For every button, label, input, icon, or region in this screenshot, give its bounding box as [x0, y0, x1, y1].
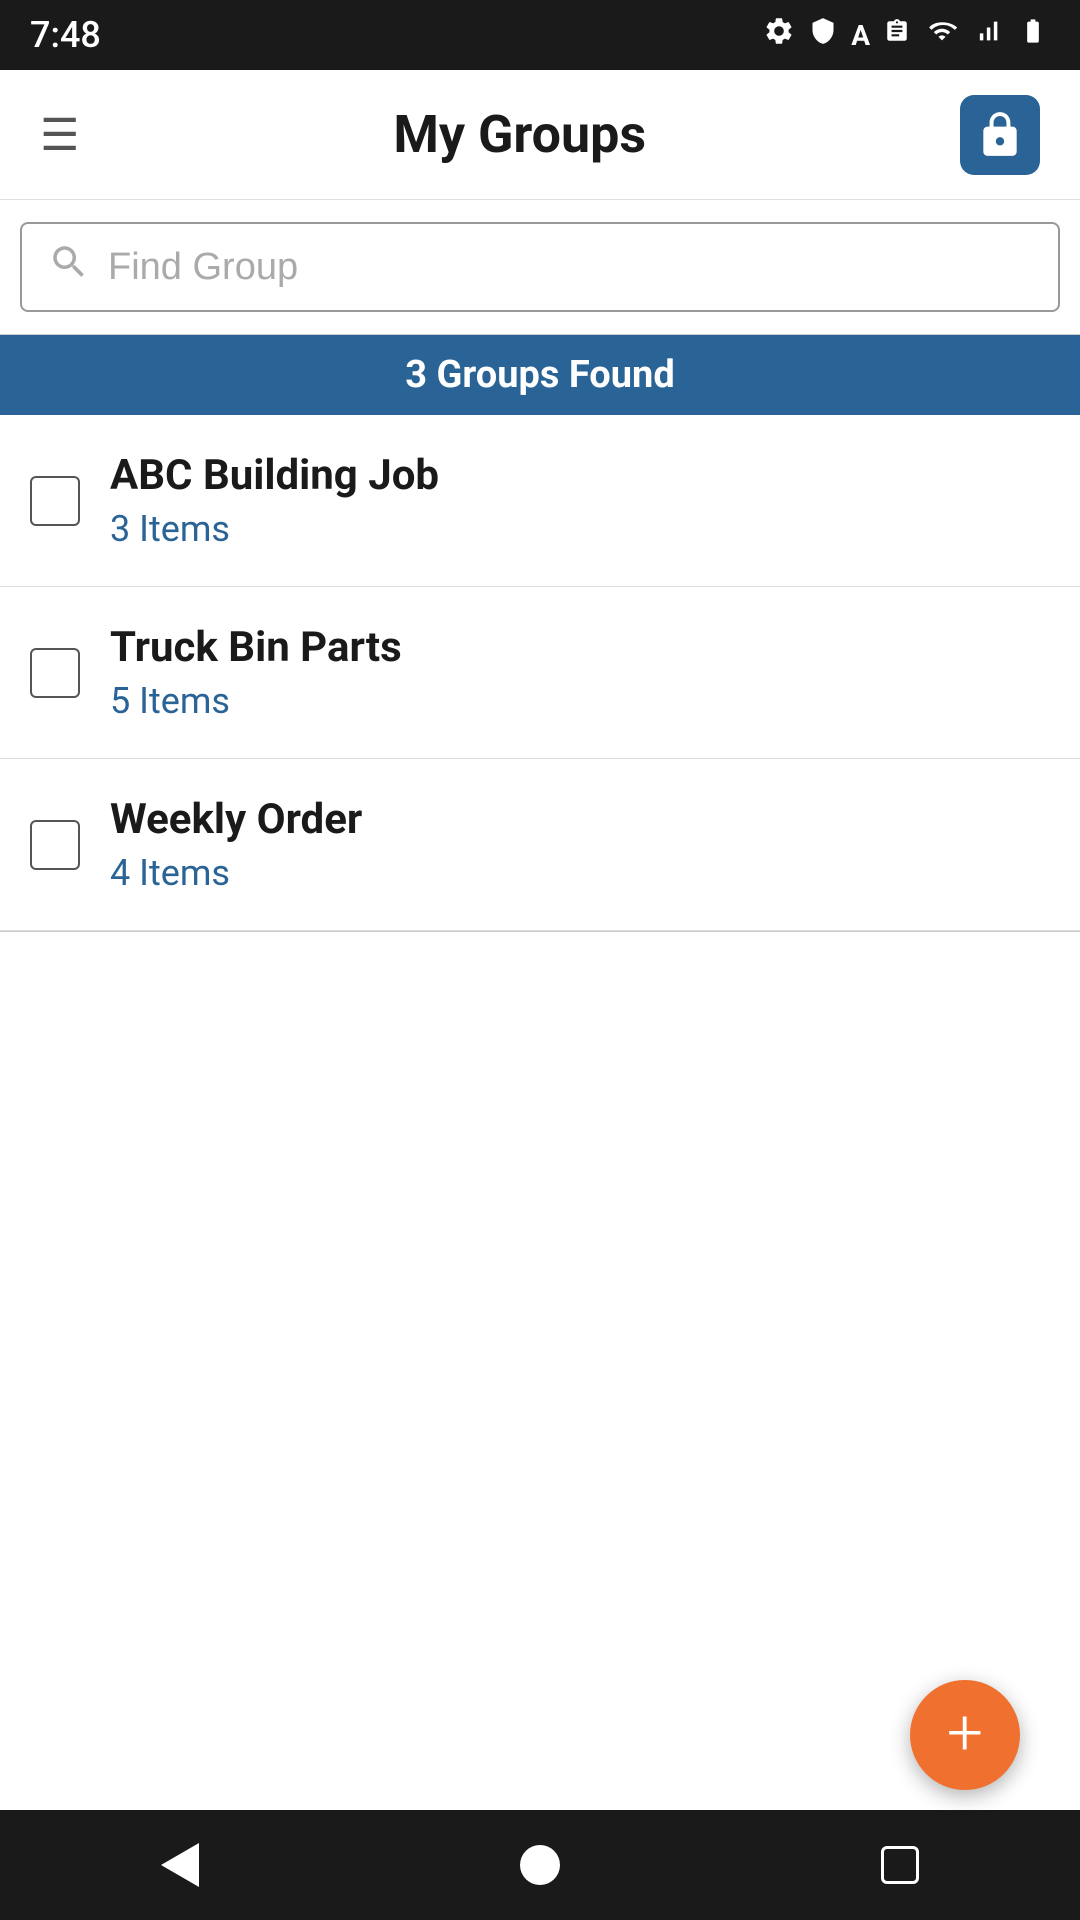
battery-icon	[1016, 17, 1050, 53]
font-icon: A	[851, 19, 870, 52]
list-item[interactable]: Truck Bin Parts 5 Items	[0, 587, 1080, 759]
group-checkbox-abc[interactable]	[30, 476, 80, 526]
wifi-icon	[924, 17, 960, 53]
nav-home-button[interactable]	[520, 1845, 560, 1885]
gear-icon	[763, 15, 795, 55]
list-item[interactable]: Weekly Order 4 Items	[0, 759, 1080, 931]
group-list: ABC Building Job 3 Items Truck Bin Parts…	[0, 415, 1080, 931]
status-icons: A	[763, 15, 1050, 55]
results-count-text: 3 Groups Found	[405, 353, 674, 397]
bottom-nav	[0, 1810, 1080, 1920]
lock-icon	[975, 110, 1025, 160]
group-count-truck: 5 Items	[110, 680, 402, 722]
search-input[interactable]	[108, 246, 1032, 289]
search-container	[0, 200, 1080, 335]
nav-recents-button[interactable]	[881, 1846, 919, 1884]
signal-icon	[974, 15, 1002, 55]
hamburger-menu-button[interactable]: ☰	[40, 113, 79, 157]
search-box	[20, 222, 1060, 312]
recents-icon	[881, 1846, 919, 1884]
shield-icon	[809, 15, 837, 55]
results-banner: 3 Groups Found	[0, 335, 1080, 415]
group-name-abc: ABC Building Job	[110, 451, 439, 500]
list-bottom-divider	[0, 931, 1080, 932]
home-icon	[520, 1845, 560, 1885]
page-title: My Groups	[393, 104, 646, 165]
status-time: 7:48	[30, 14, 101, 56]
group-name-truck: Truck Bin Parts	[110, 623, 402, 672]
group-count-weekly: 4 Items	[110, 852, 362, 894]
app-bar: ☰ My Groups	[0, 70, 1080, 200]
list-item[interactable]: ABC Building Job 3 Items	[0, 415, 1080, 587]
group-checkbox-weekly[interactable]	[30, 820, 80, 870]
search-icon	[48, 241, 90, 293]
group-name-weekly: Weekly Order	[110, 795, 362, 844]
clipboard-icon	[884, 15, 910, 55]
group-checkbox-truck[interactable]	[30, 648, 80, 698]
add-icon: +	[947, 1701, 983, 1765]
status-bar: 7:48 A	[0, 0, 1080, 70]
add-group-button[interactable]: +	[910, 1680, 1020, 1790]
nav-back-button[interactable]	[161, 1843, 199, 1887]
group-count-abc: 3 Items	[110, 508, 439, 550]
lock-button[interactable]	[960, 95, 1040, 175]
back-icon	[161, 1843, 199, 1887]
